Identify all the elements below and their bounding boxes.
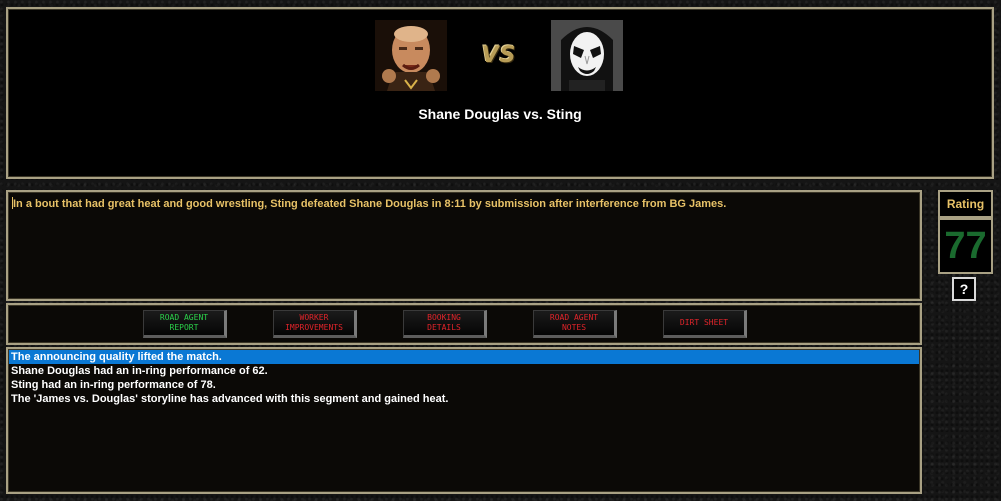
match-description-text[interactable]: In a bout that had great heat and good w… (12, 197, 914, 210)
shane-douglas-portrait (375, 20, 447, 91)
road-agent-notes-button[interactable]: ROAD AGENT NOTES (533, 310, 617, 338)
match-description: In a bout that had great heat and good w… (13, 198, 727, 210)
rating-value: 77 (938, 218, 993, 274)
match-notes-list[interactable]: The announcing quality lifted the match.… (6, 347, 922, 494)
match-title: Shane Douglas vs. Sting (418, 106, 582, 122)
booking-details-button[interactable]: BOOKING DETAILS (403, 310, 487, 338)
dirt-sheet-button[interactable]: DIRT SHEET (663, 310, 747, 338)
list-item[interactable]: The 'James vs. Douglas' storyline has ad… (9, 392, 919, 406)
road-agent-report-button[interactable]: ROAD AGENT REPORT (143, 310, 227, 338)
list-item[interactable]: Sting had an in-ring performance of 78. (9, 378, 919, 392)
sting-portrait (551, 20, 623, 91)
vs-logo: VS (481, 43, 517, 68)
action-button-bar: ROAD AGENT REPORT WORKER IMPROVEMENTS BO… (6, 303, 922, 345)
worker-improvements-button[interactable]: WORKER IMPROVEMENTS (273, 310, 357, 338)
match-description-panel: In a bout that had great heat and good w… (6, 190, 922, 301)
match-header-panel: VS Shane Douglas vs. Sting (6, 7, 994, 179)
list-item[interactable]: Shane Douglas had an in-ring performance… (9, 364, 919, 378)
rating-label: Rating (938, 190, 993, 218)
help-button[interactable]: ? (952, 277, 976, 301)
list-item[interactable]: The announcing quality lifted the match. (9, 350, 919, 364)
